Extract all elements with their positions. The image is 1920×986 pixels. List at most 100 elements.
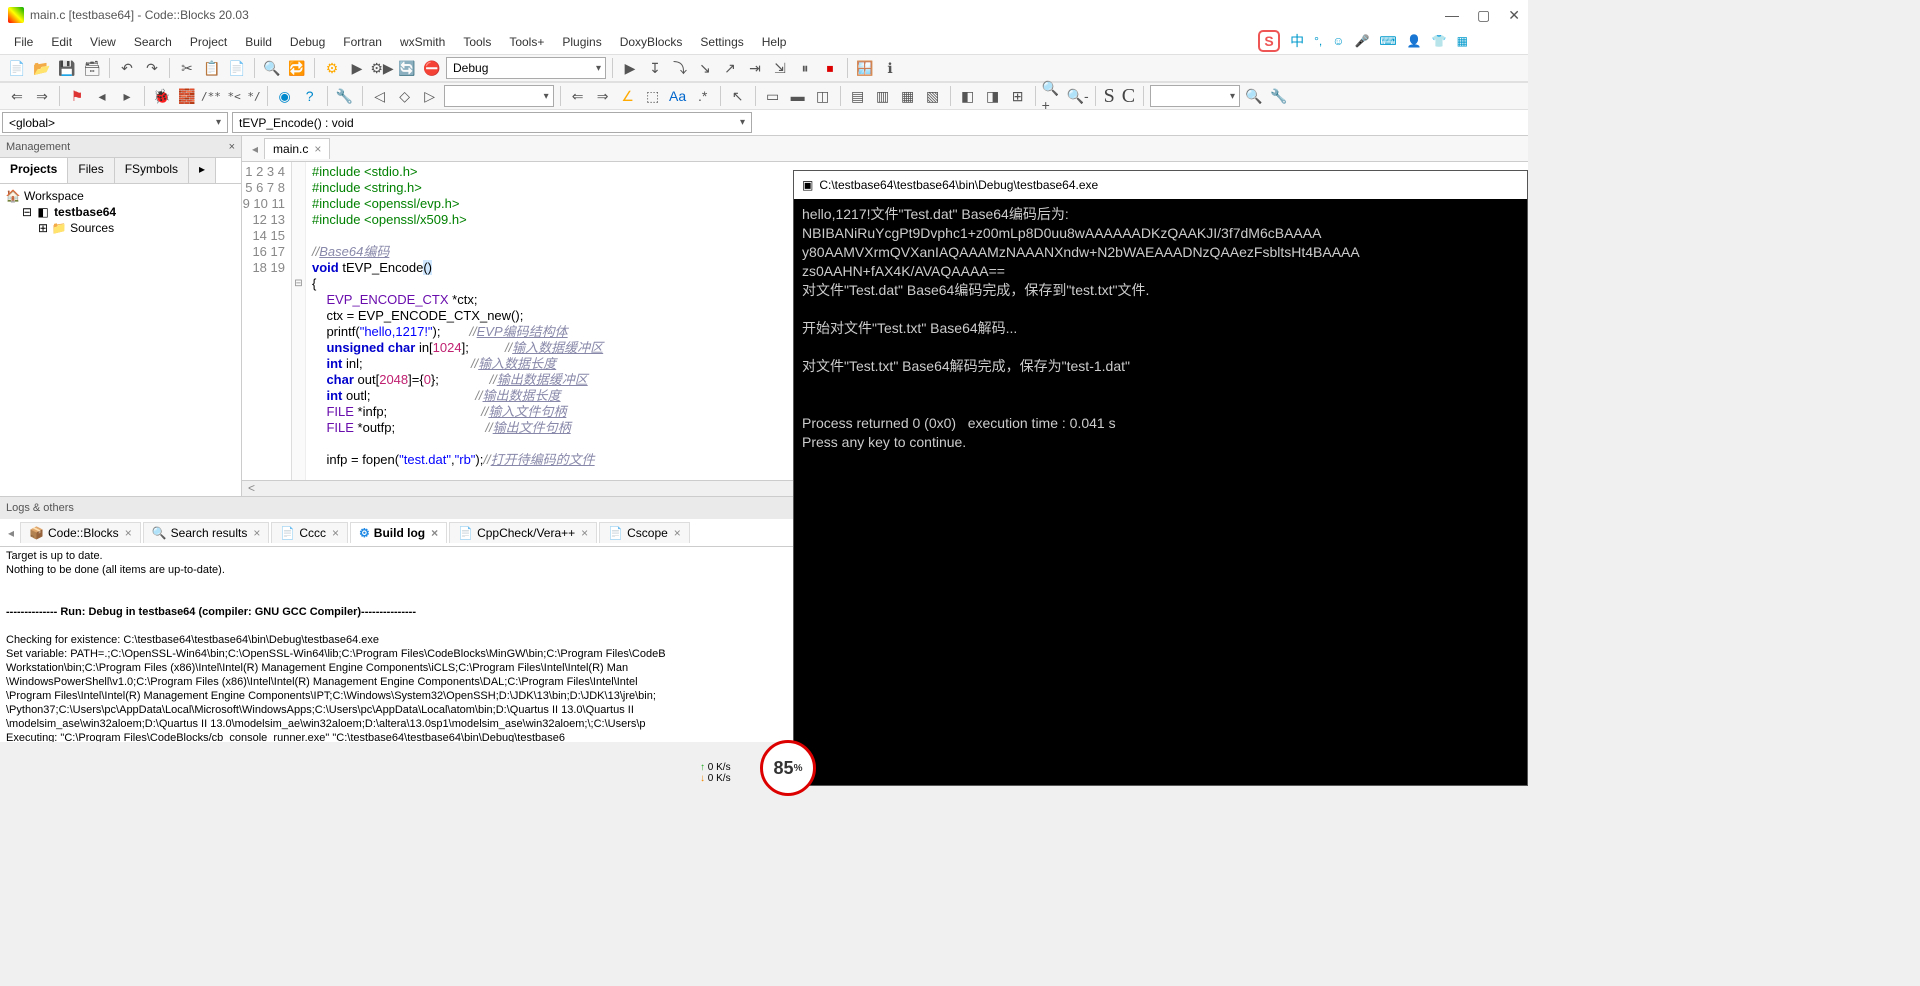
jump-back-button[interactable]: ◁ [369,85,391,107]
step-into-button[interactable]: ↘ [694,57,716,79]
scope-function-dropdown[interactable]: tEVP_Encode() : void [232,112,752,133]
next-instr-button[interactable]: ⇥ [744,57,766,79]
stop-debug-button[interactable]: ⏹ [819,57,841,79]
grid3-icon[interactable]: ▦ [897,85,919,107]
jump-dropdown[interactable] [444,85,554,107]
management-close-icon[interactable]: × [229,141,235,153]
menu-plugins[interactable]: Plugins [554,32,609,52]
log-tab-close[interactable]: × [332,526,339,540]
menu-edit[interactable]: Edit [43,32,80,52]
text-aa-icon[interactable]: Aa [667,85,689,107]
ime-grid-icon[interactable]: ▦ [1457,34,1468,48]
bookmark-toggle-button[interactable]: ⚑ [66,85,88,107]
redo-button[interactable]: ↷ [141,57,163,79]
step-into-instr-button[interactable]: ⇲ [769,57,791,79]
next-line-button[interactable]: ⤵ [669,57,691,79]
at-icon[interactable]: ◉ [274,85,296,107]
ime-mic-icon[interactable]: 🎤 [1354,34,1369,48]
close-button[interactable]: ✕ [1508,7,1520,24]
chip-icon[interactable]: 🐞 [151,85,173,107]
menu-build[interactable]: Build [237,32,280,52]
log-tab-close[interactable]: × [674,526,681,540]
menu-file[interactable]: File [6,32,41,52]
paste-button[interactable]: 📄 [226,57,248,79]
tab-scroll-left[interactable]: ◂ [246,142,264,156]
source-c-button[interactable]: C [1120,85,1137,108]
zoom-in-icon[interactable]: 🔍+ [1042,85,1064,107]
ime-keyboard-icon[interactable]: ⌨ [1379,34,1396,48]
build-button[interactable]: ⚙ [321,57,343,79]
search-dropdown[interactable] [1150,85,1240,107]
info-button[interactable]: ℹ [879,57,901,79]
mgmt-tab-projects[interactable]: Projects [0,158,68,183]
mgmt-tab-more[interactable]: ▸ [189,158,216,183]
step-out-button[interactable]: ↗ [719,57,741,79]
log-tab-cppcheck-vera-[interactable]: 📄CppCheck/Vera++× [449,522,597,543]
layout1-icon[interactable]: ◧ [957,85,979,107]
save-button[interactable]: 💾 [56,57,78,79]
debug-windows-button[interactable]: 🪟 [854,57,876,79]
tree-project[interactable]: ⊟◧testbase64 [6,204,235,220]
rect2-icon[interactable]: ▬ [787,85,809,107]
save-all-button[interactable]: 🗃 [81,57,103,79]
mgmt-tab-fsymbols[interactable]: FSymbols [115,158,189,183]
open-file-button[interactable]: 📂 [31,57,53,79]
log-tab-close[interactable]: × [431,526,438,540]
layout2-icon[interactable]: ◨ [982,85,1004,107]
expand-icon[interactable]: ⊞ [38,221,48,235]
bookmark-prev-button[interactable]: ◂ [91,85,113,107]
settings-wrench-icon[interactable]: 🔧 [1268,85,1290,107]
fold-column[interactable]: ⊟ [292,162,306,480]
log-tab-cscope[interactable]: 📄Cscope× [599,522,690,543]
log-tab-build-log[interactable]: ⚙Build log× [350,522,447,543]
ime-panel[interactable]: S 中 °, ☺ 🎤 ⌨ 👤 👕 ▦ [1258,30,1468,52]
maximize-button[interactable]: ▢ [1477,7,1490,24]
bookmark-next-button[interactable]: ▸ [116,85,138,107]
console-window[interactable]: ▣ C:\testbase64\testbase64\bin\Debug\tes… [793,170,1528,786]
menu-doxyblocks[interactable]: DoxyBlocks [612,32,691,52]
undo-button[interactable]: ↶ [116,57,138,79]
source-s-button[interactable]: S [1102,85,1117,108]
minimize-button[interactable]: — [1445,7,1459,24]
ime-punct-icon[interactable]: °, [1314,34,1322,48]
expand-icon[interactable]: ⊟ [22,205,32,219]
grid4-icon[interactable]: ▧ [922,85,944,107]
menu-search[interactable]: Search [126,32,180,52]
run-button[interactable]: ▶ [346,57,368,79]
highlight-icon[interactable]: ∠ [617,85,639,107]
menu-view[interactable]: View [82,32,124,52]
mgmt-tab-files[interactable]: Files [68,158,114,183]
scope-global-dropdown[interactable]: <global> [2,112,228,133]
project-tree[interactable]: 🏠Workspace ⊟◧testbase64 ⊞📁Sources [0,184,241,496]
new-file-button[interactable]: 📄 [6,57,28,79]
ime-emoji-icon[interactable]: ☺ [1332,34,1344,48]
menu-help[interactable]: Help [754,32,795,52]
cut-button[interactable]: ✂ [176,57,198,79]
wrench-icon[interactable]: 🔧 [334,85,356,107]
diamond-icon[interactable]: ◇ [394,85,416,107]
block-icon[interactable]: 🧱 [176,85,198,107]
break-button[interactable]: ⏸ [794,57,816,79]
log-tab-search-results[interactable]: 🔍Search results× [143,522,270,543]
menu-tools[interactable]: Tools [455,32,499,52]
tab-close-icon[interactable]: × [314,142,321,156]
rect3-icon[interactable]: ◫ [812,85,834,107]
search-go-icon[interactable]: 🔍 [1243,85,1265,107]
menu-settings[interactable]: Settings [692,32,751,52]
go-back-button[interactable]: ⇐ [567,85,589,107]
log-tab-code-blocks[interactable]: 📦Code::Blocks× [20,522,141,543]
layout3-icon[interactable]: ⊞ [1007,85,1029,107]
replace-button[interactable]: 🔁 [286,57,308,79]
percent-badge[interactable]: 85% [760,740,816,796]
rebuild-button[interactable]: 🔄 [396,57,418,79]
help-icon[interactable]: ? [299,85,321,107]
nav-back-button[interactable]: ⇐ [6,85,28,107]
build-target-dropdown[interactable]: Debug [446,57,606,79]
nav-fwd-button[interactable]: ⇒ [31,85,53,107]
editor-tab-main-c[interactable]: main.c× [264,138,330,159]
abort-button[interactable]: ⛔ [421,57,443,79]
jump-fwd-button[interactable]: ▷ [419,85,441,107]
doxy-comment-token[interactable]: /** *< */ [201,85,261,107]
run-to-cursor-button[interactable]: ↧ [644,57,666,79]
grid1-icon[interactable]: ▤ [847,85,869,107]
